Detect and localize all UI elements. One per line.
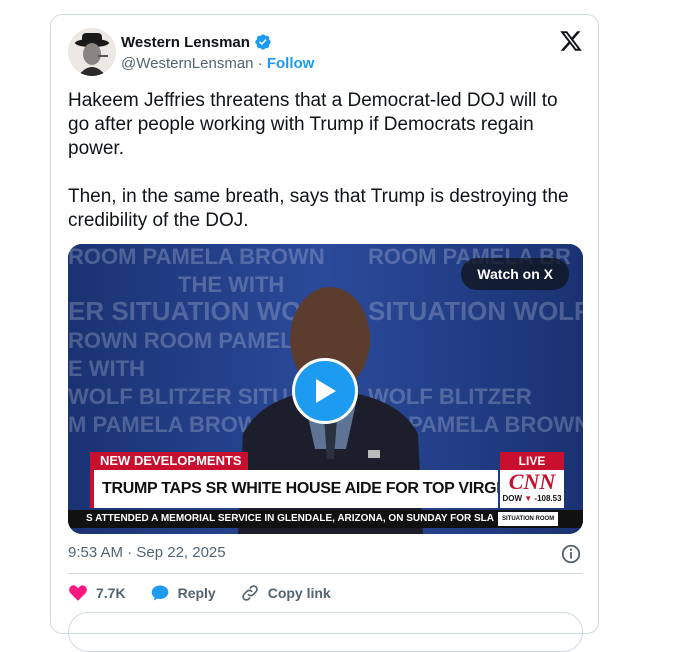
author-avatar[interactable] <box>68 28 116 76</box>
reply-button[interactable]: Reply <box>150 583 216 603</box>
cnn-logo: CNN <box>508 469 556 494</box>
broadcast-headline: TRUMP TAPS SR WHITE HOUSE AIDE FOR TOP V… <box>90 470 498 508</box>
read-replies-button[interactable] <box>68 612 583 652</box>
headline-text: TRUMP TAPS SR WHITE HOUSE AIDE FOR TOP V… <box>102 480 498 497</box>
dow-change: -108.53 <box>534 494 562 503</box>
action-bar: 7.7K Reply Copy link <box>68 583 355 603</box>
tweet-text: Hakeem Jeffries threatens that a Democra… <box>68 90 569 231</box>
live-badge: LIVE <box>500 452 564 470</box>
avatar-image <box>68 28 116 76</box>
copy-link-label: Copy link <box>267 585 331 601</box>
svg-text:ROOM PAMELA BROWN: ROOM PAMELA BROWN <box>68 244 325 269</box>
x-logo-icon[interactable] <box>559 29 583 53</box>
divider <box>68 573 583 574</box>
link-icon <box>241 585 258 601</box>
dow-down-arrow-icon: ▼ <box>524 494 533 503</box>
follow-button[interactable]: Follow <box>267 55 315 72</box>
svg-text:THE WITH: THE WITH <box>178 272 284 297</box>
handle-row: @WesternLensman · Follow <box>121 55 314 72</box>
like-count: 7.7K <box>96 585 126 601</box>
dow-readout: DOW ▼ -108.53 <box>500 494 564 503</box>
play-icon <box>316 379 336 403</box>
svg-text:E WITH: E WITH <box>68 356 145 381</box>
reply-bubble-icon <box>151 585 168 601</box>
like-button[interactable]: 7.7K <box>68 583 126 603</box>
svg-text:SITUATION WOLF: SITUATION WOLF <box>368 296 583 326</box>
separator-dot: · <box>257 55 263 72</box>
news-ticker: S ATTENDED A MEMORIAL SERVICE IN GLENDAL… <box>68 510 583 528</box>
heart-icon <box>69 585 87 601</box>
network-logo-box: CNN DOW ▼ -108.53 <box>500 470 564 508</box>
broadcast-banner: NEW DEVELOPMENTS <box>90 452 248 470</box>
svg-text:ROWN ROOM PAMELA: ROWN ROOM PAMELA <box>68 328 310 353</box>
copy-link-button[interactable]: Copy link <box>240 583 331 603</box>
svg-text:WOLF BLITZER SITU: WOLF BLITZER SITU <box>68 384 288 409</box>
video-player[interactable]: ROOM PAMELA BROWN ROOM PAMELA BR THE WIT… <box>68 244 583 534</box>
tweet-timestamp[interactable]: 9:53 AM · Sep 22, 2025 <box>68 544 226 561</box>
svg-text:PAMELA BROWN: PAMELA BROWN <box>408 412 583 437</box>
author-handle[interactable]: @WesternLensman <box>121 55 254 72</box>
play-button[interactable] <box>292 358 358 424</box>
dow-label: DOW <box>502 494 523 503</box>
watch-on-x-button[interactable]: Watch on X <box>461 258 569 290</box>
svg-text:WOLF BLITZER: WOLF BLITZER <box>368 384 532 409</box>
info-icon[interactable] <box>560 543 582 565</box>
tweet-card: Western Lensman @WesternLensman · Follow… <box>50 14 599 652</box>
ticker-text: S ATTENDED A MEMORIAL SERVICE IN GLENDAL… <box>86 513 494 524</box>
verified-badge-icon <box>255 34 271 50</box>
author-name[interactable]: Western Lensman <box>121 34 250 51</box>
reply-label: Reply <box>177 585 216 601</box>
program-tag: SITUATION ROOM <box>498 512 559 526</box>
